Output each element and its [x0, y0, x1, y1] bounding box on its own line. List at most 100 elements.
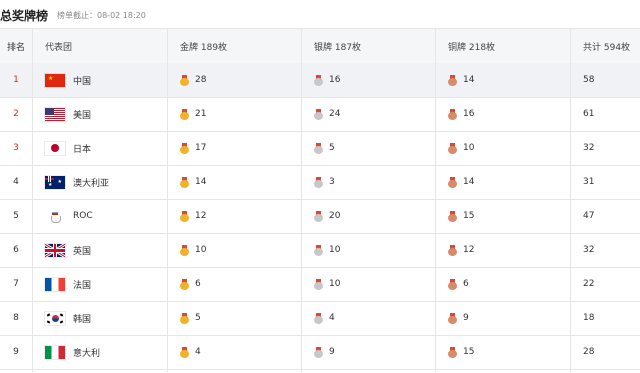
bronze-cell: 16: [448, 97, 474, 131]
bronze-medal-icon: [448, 347, 457, 358]
silver-cell: 10: [314, 267, 340, 301]
total-cell: 32: [583, 131, 594, 165]
rank-cell: 6: [0, 233, 32, 267]
bronze-medal-icon: [448, 75, 457, 86]
gold-column-header: 金牌 189枚: [180, 29, 227, 63]
team-name: 日本: [73, 142, 91, 155]
bronze-medal-icon: [448, 211, 457, 222]
team-name: 英国: [73, 244, 91, 257]
total-cell: 18: [583, 301, 594, 335]
silver-count: 10: [329, 279, 340, 289]
china-flag-icon: ★: [45, 74, 65, 87]
bronze-cell: 12: [448, 233, 474, 267]
gold-count: 5: [195, 313, 201, 323]
uk-flag-icon: [45, 244, 65, 257]
silver-cell: 4: [314, 301, 335, 335]
table-header-row: 排名 代表团 金牌 189枚 银牌 187枚 铜牌 218枚 共计 594枚: [0, 29, 640, 64]
table-row[interactable]: 8 韩国 5 4 9 18: [0, 301, 640, 336]
rank-cell: 1: [0, 63, 32, 97]
silver-cell: 10: [314, 233, 340, 267]
silver-cell: 16: [314, 63, 340, 97]
column-divider: [570, 28, 571, 372]
table-row[interactable]: 9 意大利 4 9 15 28: [0, 335, 640, 370]
bronze-count: 9: [463, 313, 469, 323]
silver-cell: 5: [314, 131, 335, 165]
bronze-cell: 6: [448, 267, 469, 301]
table-row[interactable]: 1 ★ 中国 28 16 14 58: [0, 63, 640, 98]
team-name: 澳大利亚: [73, 176, 109, 189]
silver-medal-icon: [314, 347, 323, 358]
silver-medal-icon: [314, 75, 323, 86]
gold-cell: 12: [180, 199, 206, 233]
bronze-medal-icon: [448, 245, 457, 256]
bronze-cell: 14: [448, 63, 474, 97]
team-name: ROC: [73, 211, 93, 221]
rank-cell: 4: [0, 165, 32, 199]
silver-count: 9: [329, 347, 335, 357]
silver-medal-icon: [314, 211, 323, 222]
rank-cell: 5: [0, 199, 32, 233]
bronze-cell: 9: [448, 301, 469, 335]
table-row[interactable]: 4 ★ ★ 澳大利亚 14 3 14 31: [0, 165, 640, 200]
table-row[interactable]: 7 法国 6 10 6 22: [0, 267, 640, 302]
bronze-count: 15: [463, 211, 474, 221]
team-name: 法国: [73, 278, 91, 291]
usa-flag-icon: [45, 108, 65, 121]
gold-medal-icon: [180, 245, 189, 256]
gold-count: 4: [195, 347, 201, 357]
gold-count: 10: [195, 245, 206, 255]
bronze-medal-icon: [448, 177, 457, 188]
bronze-count: 12: [463, 245, 474, 255]
rank-cell: 9: [0, 335, 32, 369]
table-row[interactable]: 2 美国 21 24 16 61: [0, 97, 640, 132]
gold-cell: 17: [180, 131, 206, 165]
column-divider: [435, 28, 436, 372]
australia-flag-icon: ★ ★: [45, 176, 65, 189]
italy-flag-icon: [45, 346, 65, 359]
column-divider: [167, 28, 168, 372]
team-cell: 美国: [45, 97, 295, 131]
total-cell: 28: [583, 335, 594, 369]
gold-cell: 5: [180, 301, 201, 335]
rank-cell: 3: [0, 131, 32, 165]
bronze-cell: 10: [448, 131, 474, 165]
silver-count: 3: [329, 177, 335, 187]
team-cell: 韩国: [45, 301, 295, 335]
gold-count: 12: [195, 211, 206, 221]
silver-count: 10: [329, 245, 340, 255]
bronze-cell: 15: [448, 199, 474, 233]
gold-count: 28: [195, 75, 206, 85]
updated-timestamp: 榜单截止：08-02 18:20: [57, 10, 146, 21]
table-row[interactable]: 5 ROC 12 20 15 47: [0, 199, 640, 234]
bronze-count: 6: [463, 279, 469, 289]
bronze-count: 14: [463, 177, 474, 187]
team-name: 美国: [73, 108, 91, 121]
bronze-medal-icon: [448, 279, 457, 290]
gold-medal-icon: [180, 177, 189, 188]
gold-medal-icon: [180, 313, 189, 324]
gold-count: 14: [195, 177, 206, 187]
bronze-medal-icon: [448, 313, 457, 324]
bronze-count: 10: [463, 143, 474, 153]
silver-column-header: 银牌 187枚: [314, 29, 361, 63]
gold-count: 6: [195, 279, 201, 289]
japan-flag-icon: [45, 142, 65, 155]
silver-count: 16: [329, 75, 340, 85]
table-row[interactable]: 3 日本 17 5 10 32: [0, 131, 640, 166]
team-cell: 英国: [45, 233, 295, 267]
total-cell: 22: [583, 267, 594, 301]
bronze-medal-icon: [448, 143, 457, 154]
table-row[interactable]: 6 英国 10 10 12 32: [0, 233, 640, 268]
page-title: 总奖牌榜: [0, 7, 48, 24]
gold-cell: 4: [180, 335, 201, 369]
silver-medal-icon: [314, 143, 323, 154]
team-name: 意大利: [73, 346, 100, 359]
column-divider: [32, 28, 33, 372]
total-cell: 47: [583, 199, 594, 233]
silver-cell: 24: [314, 97, 340, 131]
bronze-cell: 14: [448, 165, 474, 199]
column-divider: [301, 28, 302, 372]
silver-medal-icon: [314, 245, 323, 256]
team-name: 中国: [73, 74, 91, 87]
total-cell: 61: [583, 97, 594, 131]
